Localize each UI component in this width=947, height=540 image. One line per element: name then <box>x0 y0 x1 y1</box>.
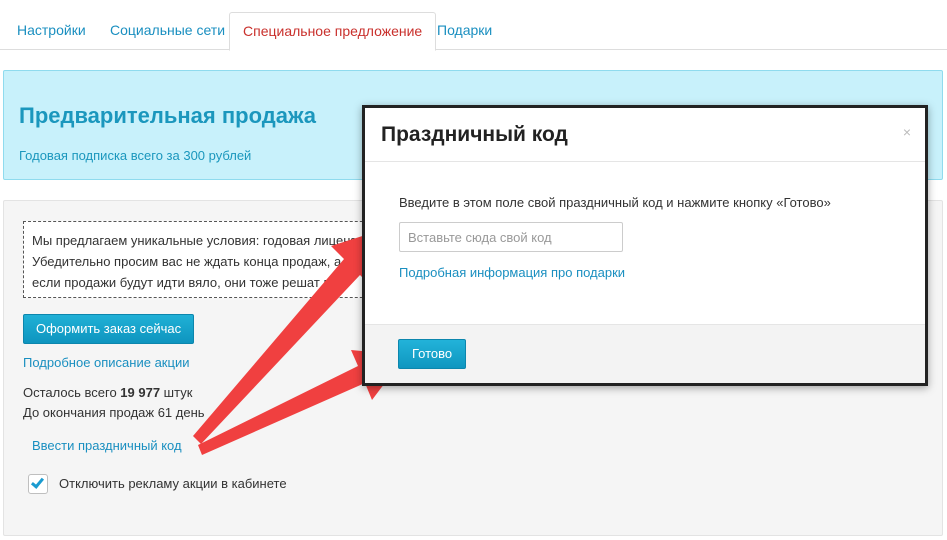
offer-line: Мы предлагаем уникальные условия: годова… <box>32 233 364 248</box>
modal-title: Праздничный код <box>381 123 568 146</box>
tab-bar: Настройки Социальные сети Специальное пр… <box>0 0 947 51</box>
offer-line: если продажи будут идти вяло, они тоже р… <box>32 275 338 290</box>
done-button[interactable]: Готово <box>398 339 467 369</box>
offer-details-link[interactable]: Подробное описание акции <box>23 355 189 370</box>
tab-social[interactable]: Социальные сети <box>97 12 238 50</box>
tab-gifts[interactable]: Подарки <box>424 12 505 50</box>
disable-ads-label[interactable]: Отключить рекламу акции в кабинете <box>59 476 287 491</box>
holiday-code-modal: Праздничный код × Введите в этом поле св… <box>362 105 928 386</box>
remaining-count-text: Осталось всего 19 977 штук <box>23 385 192 400</box>
remaining-suffix: штук <box>160 385 193 400</box>
remaining-count: 19 977 <box>120 385 161 400</box>
holiday-code-input[interactable] <box>399 222 623 252</box>
enter-holiday-code-link[interactable]: Ввести праздничный код <box>32 438 182 453</box>
disable-ads-checkbox[interactable] <box>28 474 48 494</box>
remaining-prefix: Осталось всего <box>23 385 121 400</box>
order-now-button[interactable]: Оформить заказ сейчас <box>23 314 195 344</box>
banner-title: Предварительная продажа <box>19 103 317 128</box>
modal-instruction: Введите в этом поле свой праздничный код… <box>399 195 831 210</box>
tab-special-offer[interactable]: Специальное предложение <box>229 12 437 51</box>
days-left-text: До окончания продаж 61 день <box>23 405 205 420</box>
banner-subtitle: Годовая подписка всего за 300 рублей <box>19 148 252 163</box>
offer-description-box: Мы предлагаем уникальные условия: годова… <box>23 221 403 298</box>
tab-settings[interactable]: Настройки <box>4 12 99 50</box>
modal-header: Праздничный код × <box>365 108 925 162</box>
modal-footer: Готово <box>365 324 925 383</box>
gifts-info-link[interactable]: Подробная информация про подарки <box>399 265 625 280</box>
checkmark-icon <box>30 475 45 489</box>
offer-line: Убедительно просим вас не ждать конца пр… <box>32 254 363 269</box>
close-icon[interactable]: × <box>903 124 911 140</box>
